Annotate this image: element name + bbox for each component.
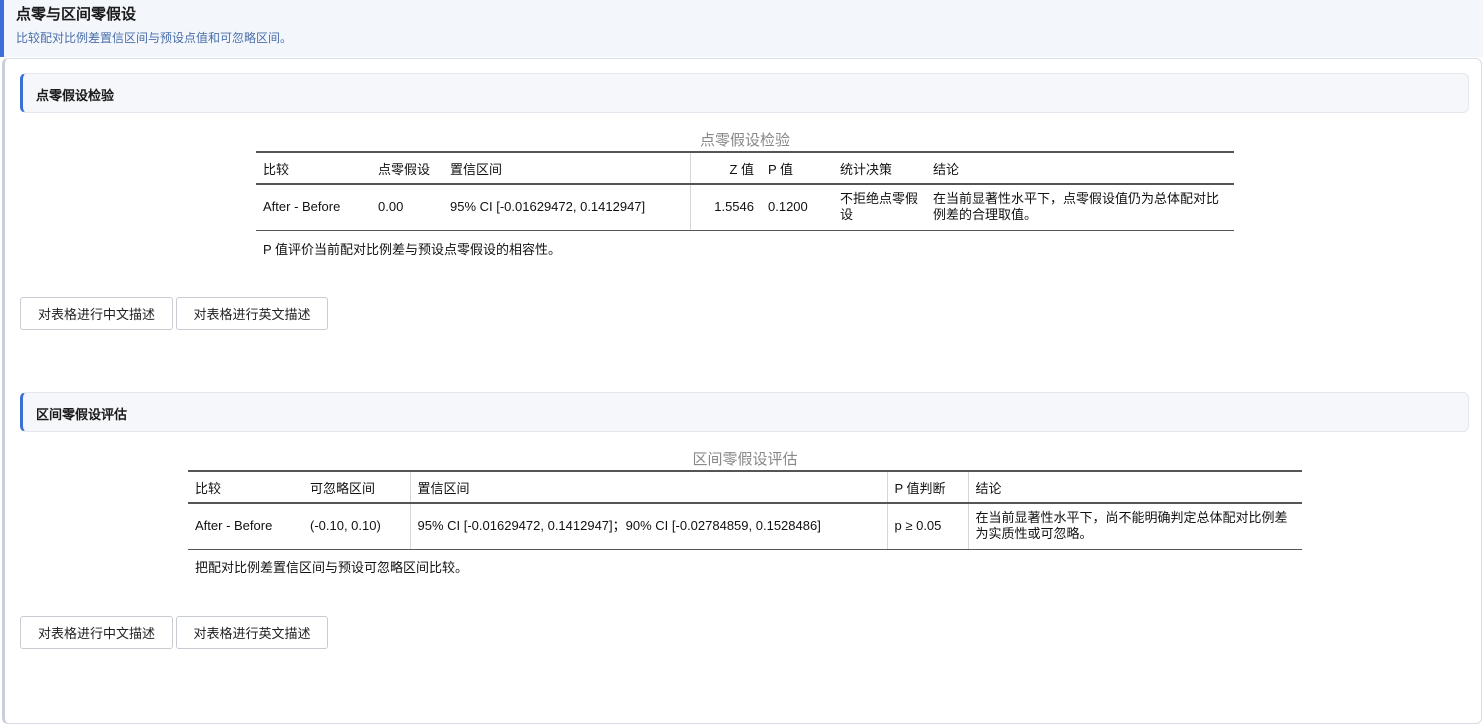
col-p: P 值 — [761, 151, 833, 185]
col-ci: 置信区间 — [443, 151, 691, 185]
col-z: Z 值 — [690, 151, 761, 185]
col-p-judgment: P 值判断 — [887, 470, 969, 504]
section-header-point-null: 点零假设检验 — [20, 73, 1469, 113]
section-title: 区间零假设评估 — [36, 407, 128, 422]
describe-english-button[interactable]: 对表格进行英文描述 — [176, 297, 328, 330]
cell-conclusion: 在当前显著性水平下，尚不能明确判定总体配对比例差为实质性或可忽略。 — [968, 503, 1302, 550]
col-comparison: 比较 — [256, 151, 371, 185]
cell-null-value: 0.00 — [371, 184, 443, 231]
table-row: After - Before (-0.10, 0.10) 95% CI [-0.… — [188, 503, 1302, 550]
interval-null-table: 比较 可忽略区间 置信区间 P 值判断 结论 After - Before (-… — [188, 470, 1302, 550]
section-header-interval-null: 区间零假设评估 — [20, 392, 1469, 432]
table-note: P 值评价当前配对比例差与预设点零假设的相容性。 — [263, 242, 562, 257]
table-header-row: 比较 可忽略区间 置信区间 P 值判断 结论 — [188, 470, 1302, 504]
col-decision: 统计决策 — [833, 151, 926, 185]
cell-negligible-region: (-0.10, 0.10) — [303, 503, 411, 550]
point-null-table: 比较 点零假设 置信区间 Z 值 P 值 统计决策 结论 After - Bef… — [256, 151, 1234, 231]
table-row: After - Before 0.00 95% CI [-0.01629472,… — [256, 184, 1234, 231]
cell-conclusion: 在当前显著性水平下，点零假设值仍为总体配对比例差的合理取值。 — [926, 184, 1234, 231]
cell-ci: 95% CI [-0.01629472, 0.1412947] — [443, 184, 691, 231]
col-null-value: 点零假设 — [371, 151, 443, 185]
page-header: 点零与区间零假设 比较配对比例差置信区间与预设点值和可忽略区间。 — [0, 0, 1483, 57]
col-negligible-region: 可忽略区间 — [303, 470, 411, 504]
page-title: 点零与区间零假设 — [16, 6, 137, 23]
cell-ci: 95% CI [-0.01629472, 0.1412947]；90% CI [… — [410, 503, 888, 550]
describe-chinese-button[interactable]: 对表格进行中文描述 — [20, 297, 173, 330]
col-comparison: 比较 — [188, 470, 303, 504]
cell-p-judgment: p ≥ 0.05 — [887, 503, 969, 550]
cell-comparison: After - Before — [256, 184, 371, 231]
results-panel: 点零假设检验 点零假设检验 比较 点零假设 置信区间 Z 值 P 值 统计决策 … — [2, 58, 1482, 724]
table-header-row: 比较 点零假设 置信区间 Z 值 P 值 统计决策 结论 — [256, 151, 1234, 185]
describe-chinese-button[interactable]: 对表格进行中文描述 — [20, 616, 173, 649]
page-subtitle: 比较配对比例差置信区间与预设点值和可忽略区间。 — [16, 31, 293, 45]
cell-z: 1.5546 — [690, 184, 761, 231]
col-conclusion: 结论 — [926, 151, 1234, 185]
table-note: 把配对比例差置信区间与预设可忽略区间比较。 — [195, 560, 469, 575]
col-ci: 置信区间 — [410, 470, 888, 504]
cell-p: 0.1200 — [761, 184, 833, 231]
col-conclusion: 结论 — [968, 470, 1302, 504]
table-caption: 区间零假设评估 — [692, 451, 798, 468]
section-title: 点零假设检验 — [36, 88, 115, 103]
table-caption: 点零假设检验 — [699, 132, 790, 149]
cell-decision: 不拒绝点零假设 — [833, 184, 926, 231]
describe-english-button[interactable]: 对表格进行英文描述 — [176, 616, 328, 649]
cell-comparison: After - Before — [188, 503, 303, 550]
